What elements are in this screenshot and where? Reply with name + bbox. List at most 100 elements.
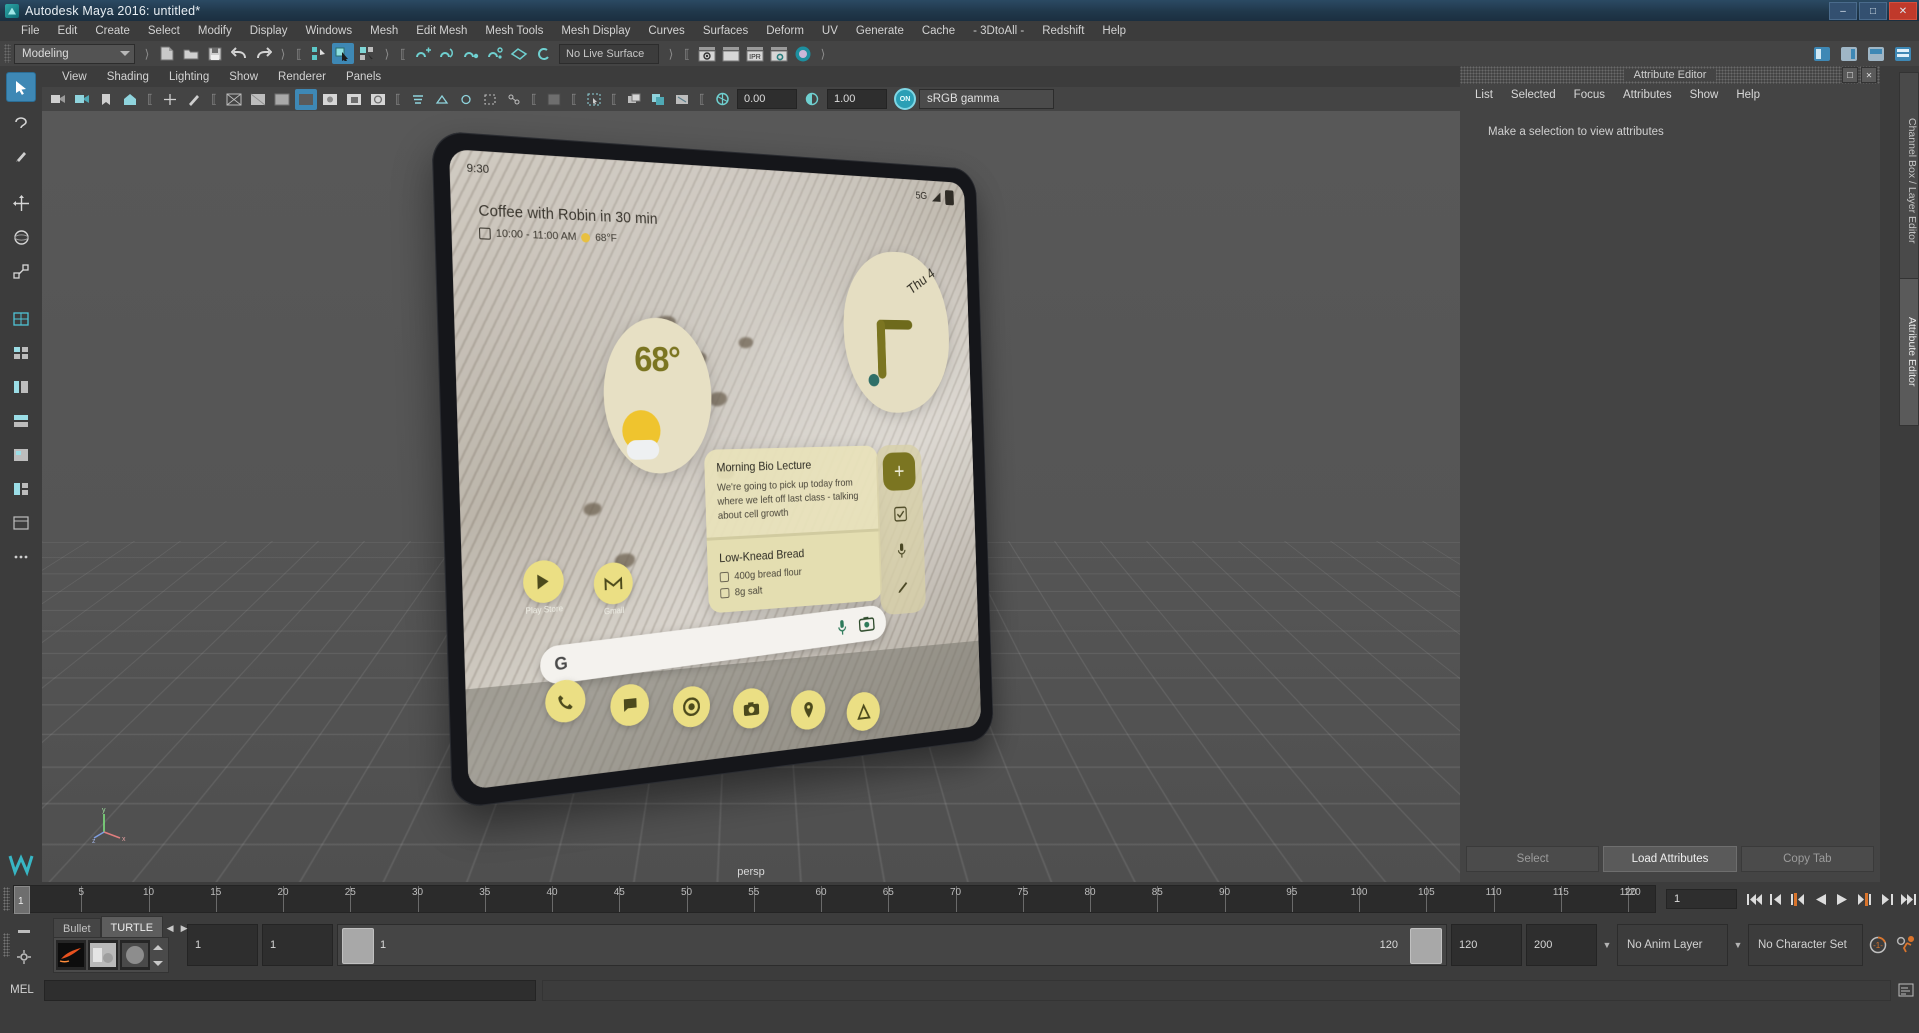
camera-attributes-icon[interactable] <box>71 89 93 110</box>
select-tool[interactable] <box>6 72 36 102</box>
multisample-aa-icon[interactable] <box>431 89 453 110</box>
render-sequence-icon[interactable] <box>720 43 742 64</box>
persp-relationship-icon[interactable] <box>6 474 36 504</box>
select-by-object-icon[interactable] <box>332 43 354 64</box>
viewport-canvas[interactable]: 9:30 5G Coffee with Robin in 30 min 10:0… <box>42 111 1460 882</box>
tablet-3d-model[interactable]: 9:30 5G Coffee with Robin in 30 min 10:0… <box>431 130 994 810</box>
add-note-icon[interactable]: + <box>882 452 916 492</box>
shelf-scroll-down-icon[interactable] <box>152 956 166 970</box>
character-set-selector[interactable]: No Character Set <box>1748 924 1863 966</box>
select-by-component-icon[interactable] <box>356 43 378 64</box>
attribute-editor-toggle-icon[interactable] <box>1892 43 1914 64</box>
bookmark-icon[interactable] <box>95 89 117 110</box>
viewport-menu-view[interactable]: View <box>52 71 97 83</box>
gamma-field[interactable]: 1.00 <box>827 89 887 109</box>
auto-keyframe-icon[interactable]: -1- <box>1865 935 1891 955</box>
shade-with-wireframe-icon[interactable] <box>271 89 293 110</box>
persp-hypershade-icon[interactable] <box>6 440 36 470</box>
image-plane-icon[interactable] <box>119 89 141 110</box>
attribute-editor-menu-list[interactable]: List <box>1466 89 1502 101</box>
select-camera-icon[interactable] <box>47 89 69 110</box>
snap-to-view-plane-icon[interactable] <box>508 43 530 64</box>
new-scene-icon[interactable] <box>156 43 178 64</box>
color-management-selector[interactable]: sRGB gamma <box>919 89 1054 109</box>
wireframe-shading-icon[interactable] <box>223 89 245 110</box>
move-tool[interactable] <box>6 188 36 218</box>
undo-icon[interactable] <box>228 43 250 64</box>
snap-to-point-icon[interactable] <box>460 43 482 64</box>
hypershade-icon[interactable] <box>792 43 814 64</box>
outliner-persp-icon[interactable] <box>6 372 36 402</box>
menu-set-selector[interactable]: Modeling <box>14 43 135 64</box>
menu-item-create[interactable]: Create <box>86 21 139 41</box>
viewport-menu-show[interactable]: Show <box>219 71 268 83</box>
range-slider-track[interactable]: 1 120 <box>337 924 1447 966</box>
paint-select-tool[interactable] <box>6 140 36 170</box>
copy-tab-button[interactable]: Copy Tab <box>1740 846 1874 872</box>
side-tab-attribute-editor[interactable]: Attribute Editor <box>1899 278 1919 426</box>
more-layouts-icon[interactable] <box>6 542 36 572</box>
command-input[interactable] <box>44 979 536 1001</box>
animation-end-field[interactable]: 200 <box>1526 924 1597 966</box>
shelf-menu-icon[interactable] <box>17 923 31 937</box>
menu-item-redshift[interactable]: Redshift <box>1033 21 1093 41</box>
lasso-tool[interactable] <box>6 106 36 136</box>
go-to-end-icon[interactable] <box>1899 890 1917 908</box>
display-textures-icon[interactable] <box>647 89 669 110</box>
turtle-sphere-icon[interactable] <box>120 940 150 970</box>
scale-tool[interactable] <box>6 256 36 286</box>
range-row-grip[interactable] <box>3 933 10 957</box>
menu-item-cache[interactable]: Cache <box>913 21 964 41</box>
single-perspective-view-icon[interactable] <box>6 304 36 334</box>
range-start-field[interactable]: 1 <box>262 924 333 966</box>
snap-to-curve-icon[interactable] <box>436 43 458 64</box>
checklist-icon[interactable] <box>890 501 912 527</box>
animation-preferences-icon[interactable] <box>1891 935 1919 955</box>
menu-item-edit[interactable]: Edit <box>49 21 87 41</box>
menu-item-select[interactable]: Select <box>139 21 189 41</box>
current-frame-field[interactable]: 1 <box>1666 889 1737 909</box>
hardware-texturing-icon[interactable] <box>295 88 317 110</box>
shelf-tab-bullet[interactable]: Bullet <box>53 918 101 938</box>
load-attributes-button[interactable]: Load Attributes <box>1603 846 1737 872</box>
live-surface-field[interactable]: No Live Surface <box>559 43 659 64</box>
menu-item-help[interactable]: Help <box>1093 21 1135 41</box>
menu-item-windows[interactable]: Windows <box>296 21 361 41</box>
motion-blur-icon[interactable] <box>407 89 429 110</box>
draw-note-icon[interactable] <box>892 573 914 599</box>
render-region-icon[interactable] <box>623 89 645 110</box>
menu-item-mesh-tools[interactable]: Mesh Tools <box>476 21 552 41</box>
viewport-menu-panels[interactable]: Panels <box>336 71 391 83</box>
side-tab-channel-box[interactable]: Channel Box / Layer Editor <box>1899 72 1919 290</box>
toolbar-grip[interactable] <box>4 44 11 63</box>
use-all-lights-icon[interactable] <box>319 89 341 110</box>
menu-item-deform[interactable]: Deform <box>757 21 813 41</box>
menu-item-generate[interactable]: Generate <box>847 21 913 41</box>
command-language-label[interactable]: MEL <box>0 984 44 996</box>
exposure-icon[interactable] <box>711 89 733 110</box>
script-editor-icon[interactable] <box>1897 981 1915 999</box>
close-button[interactable]: ✕ <box>1889 2 1917 20</box>
play-backwards-icon[interactable] <box>1811 890 1829 908</box>
exposure-field[interactable]: 0.00 <box>737 89 797 109</box>
snap-to-grid-icon[interactable] <box>412 43 434 64</box>
viewport-menu-shading[interactable]: Shading <box>97 71 159 83</box>
menu-item-display[interactable]: Display <box>241 21 297 41</box>
render-settings-icon[interactable] <box>768 43 790 64</box>
smooth-shade-all-icon[interactable] <box>247 89 269 110</box>
play-forwards-icon[interactable] <box>1833 890 1851 908</box>
menu-item-modify[interactable]: Modify <box>189 21 241 41</box>
menu-item-curves[interactable]: Curves <box>639 21 693 41</box>
color-management-toggle[interactable]: ON <box>894 88 916 110</box>
open-scene-icon[interactable] <box>180 43 202 64</box>
character-set-dropdown-arrow[interactable]: ▼ <box>1730 925 1746 965</box>
maximize-button[interactable]: □ <box>1859 2 1887 20</box>
range-end-field[interactable]: 120 <box>1451 924 1522 966</box>
attribute-editor-menu-selected[interactable]: Selected <box>1502 89 1565 101</box>
two-d-pan-zoom-icon[interactable] <box>159 89 181 110</box>
panel-layout-icon[interactable] <box>1865 43 1887 64</box>
time-slider-grip[interactable] <box>3 887 10 911</box>
redo-icon[interactable] <box>252 43 274 64</box>
display-film-gate-icon[interactable] <box>671 89 693 110</box>
gamma-icon[interactable] <box>801 89 823 110</box>
